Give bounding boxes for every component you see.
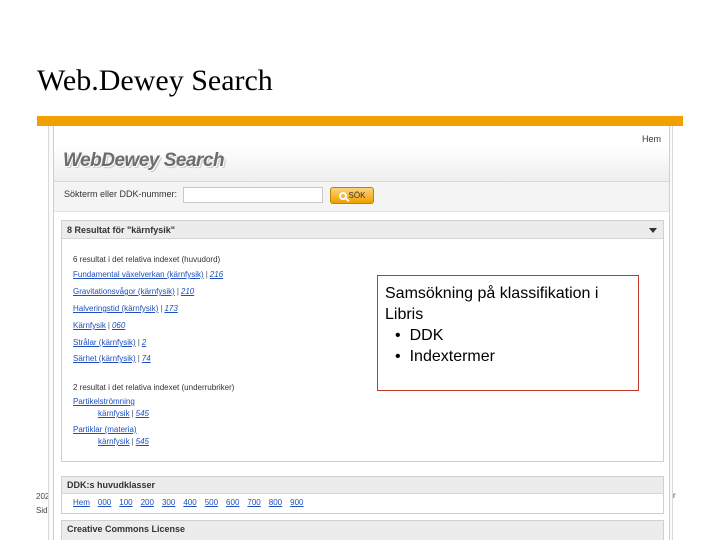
ddk-link[interactable]: 000 [98,498,111,507]
webdewey-logo: WebDewey Search [63,150,225,171]
list-item[interactable]: Gravitationsvågor (kärnfysik) | 210 [73,287,194,296]
callout-bullet: DDK [385,325,631,346]
ddk-link[interactable]: Hem [73,498,90,507]
results-group-heading: 2 resultat i det relativa indexet (under… [73,383,235,392]
slide-title: Web.Dewey Search [37,64,273,97]
list-item[interactable]: Särhet (kärnfysik) | 74 [73,354,151,363]
ddk-link[interactable]: 800 [269,498,282,507]
ddk-link[interactable]: 700 [247,498,260,507]
list-item[interactable]: Strålar (kärnfysik) | 2 [73,338,146,347]
search-label: Sökterm eller DDK-nummer: [64,189,178,199]
callout-text: Samsökning på klassifikation i Libris [385,285,599,323]
ddk-link[interactable]: 200 [141,498,154,507]
search-row: Sökterm eller DDK-nummer: SÖK [54,182,669,212]
logo-band: WebDewey Search [54,146,669,182]
license-title[interactable]: Creative Commons License [61,520,664,540]
ddk-link[interactable]: 500 [205,498,218,507]
list-item[interactable]: Kärnfysik | 060 [73,321,125,330]
ddk-link[interactable]: 900 [290,498,303,507]
search-button[interactable]: SÖK [330,187,374,204]
magnifier-icon [338,191,347,200]
search-input[interactable] [183,187,323,203]
slide-footer-right: r [673,491,676,500]
ddk-links: Hem 000 100 200 300 400 500 600 700 800 … [62,494,663,511]
results-title: 8 Resultat för "kärnfysik" [67,225,176,235]
home-link[interactable]: Hem [642,134,661,144]
callout-bullets: DDK Indextermer [385,325,631,367]
results-group-heading: 6 resultat i det relativa indexet (huvud… [73,255,221,264]
callout-box: Samsökning på klassifikation i Libris DD… [377,275,639,391]
ddk-link[interactable]: 300 [162,498,175,507]
list-item[interactable]: Partikelströmning kärnfysik | 545 [73,396,149,420]
ddk-link[interactable]: 400 [183,498,196,507]
ddk-panel: DDK:s huvudklasser Hem 000 100 200 300 4… [61,476,664,514]
caret-down-icon[interactable] [649,228,657,233]
results-header[interactable]: 8 Resultat för "kärnfysik" [62,221,663,239]
list-item[interactable]: Partiklar (materia) kärnfysik | 545 [73,424,149,448]
ddk-link[interactable]: 100 [119,498,132,507]
list-item[interactable]: Halveringstid (kärnfysik) | 173 [73,304,178,313]
ddk-link[interactable]: 600 [226,498,239,507]
search-button-label: SÖK [348,191,366,200]
callout-bullet: Indextermer [385,346,631,367]
ddk-title: DDK:s huvudklasser [62,477,663,494]
accent-bar [37,116,683,126]
list-item[interactable]: Fundamental växelverkan (kärnfysik) | 216 [73,270,223,279]
